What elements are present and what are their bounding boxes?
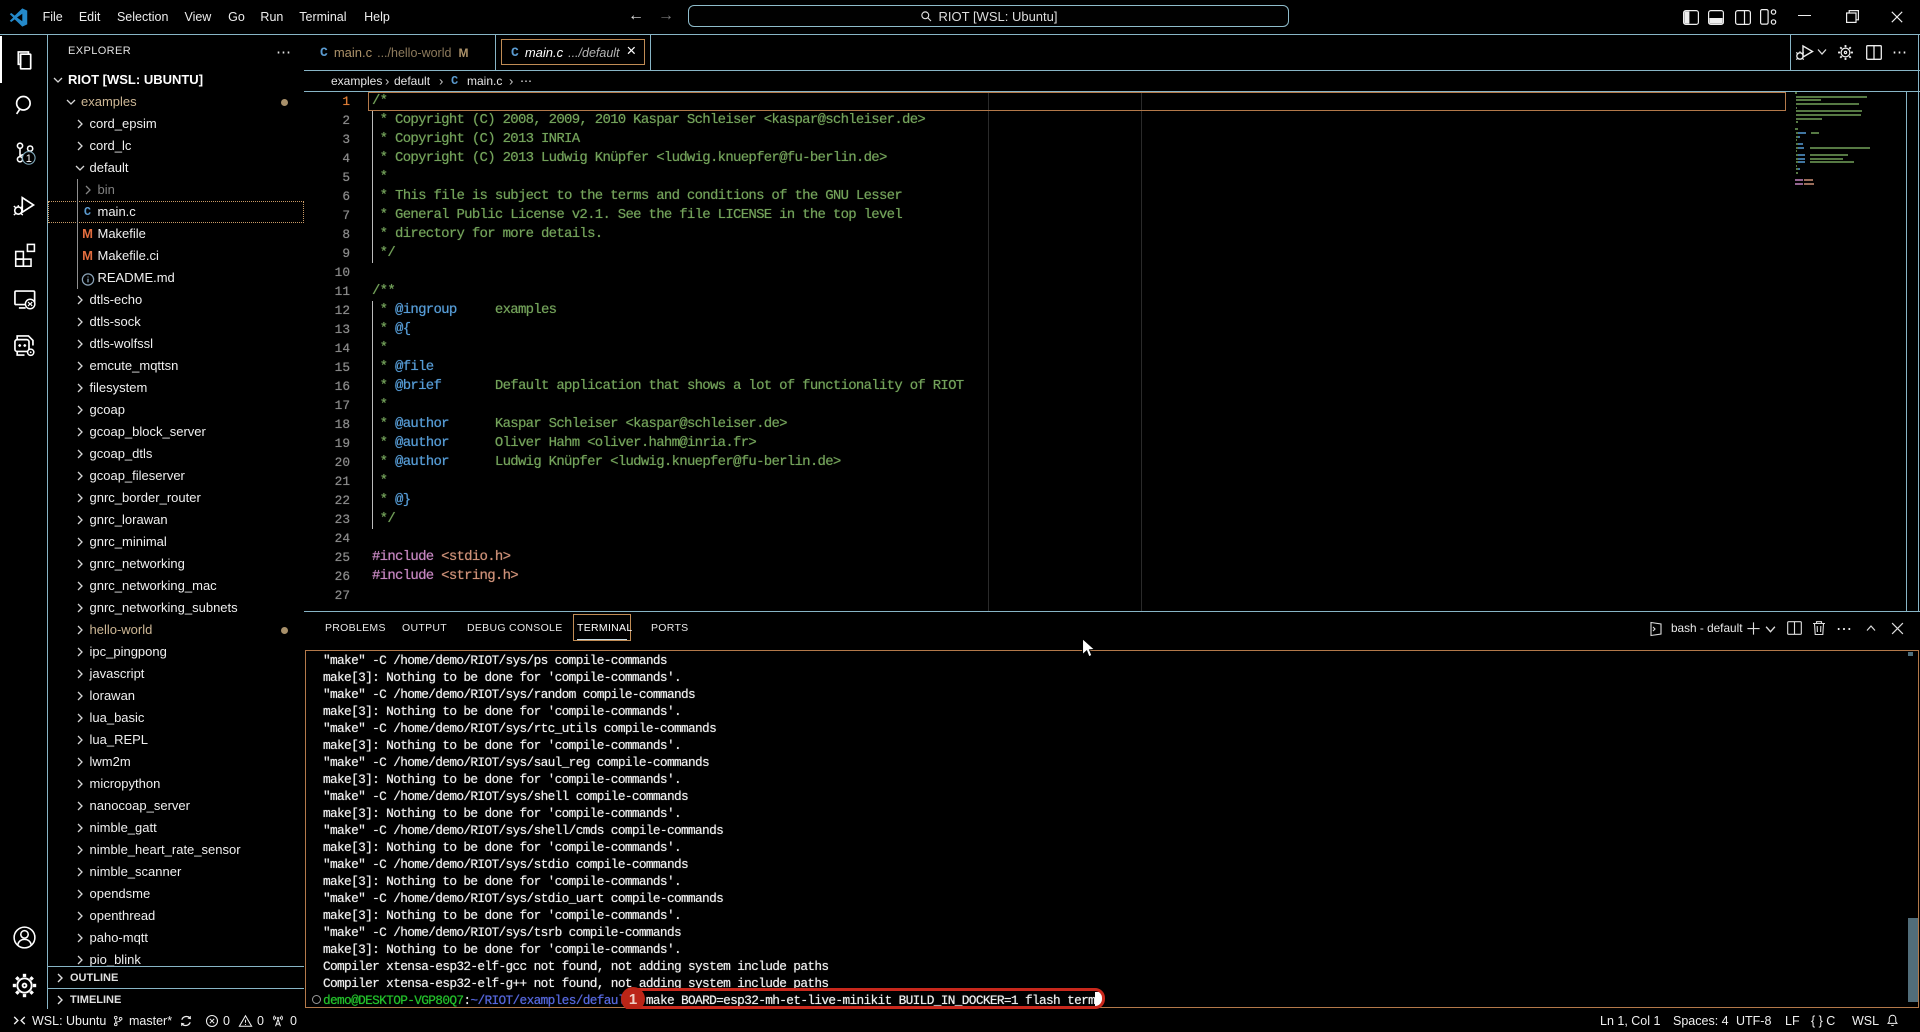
svg-text:1: 1 (25, 152, 31, 164)
